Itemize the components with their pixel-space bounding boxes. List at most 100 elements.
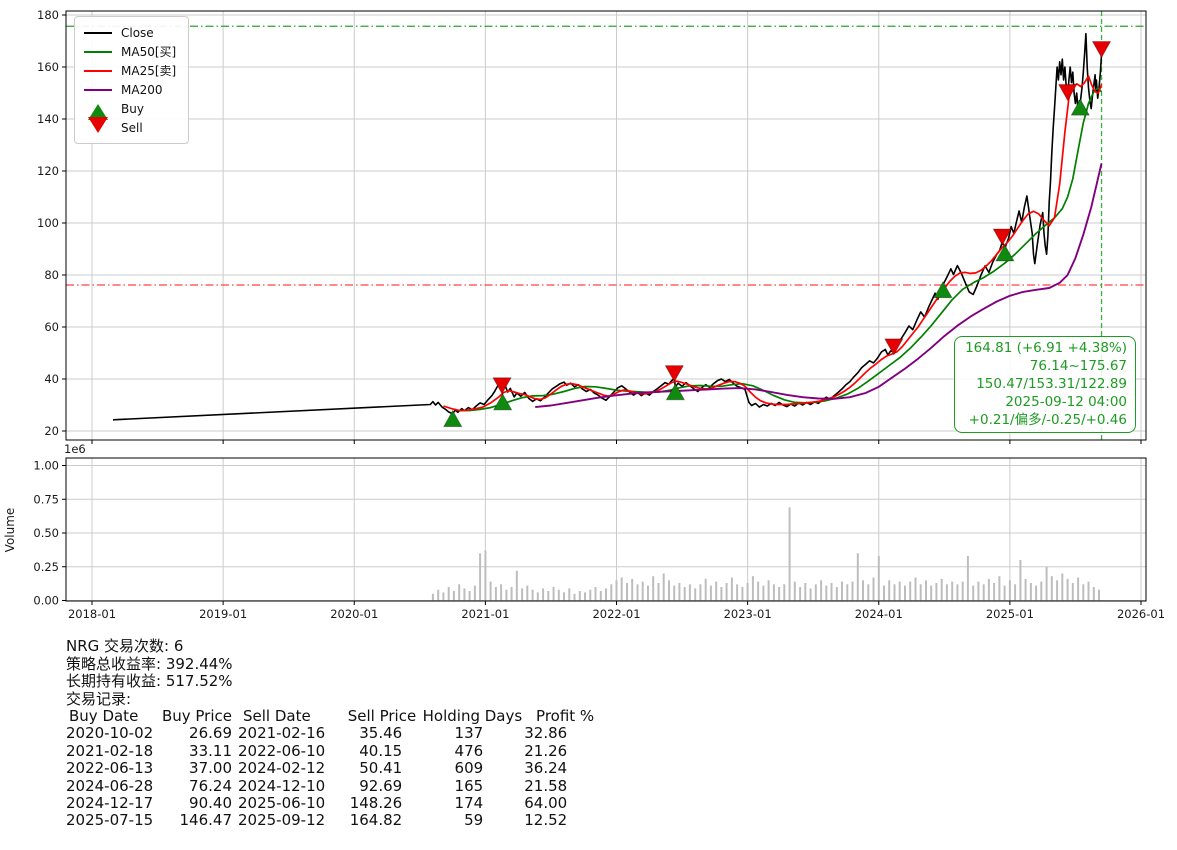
table-row: 2022-06-1337.002024-02-1250.4160936.24	[66, 760, 594, 777]
table-cell: 2025-09-12	[232, 812, 325, 829]
trade-count-line: NRG 交易次数: 6	[66, 638, 594, 656]
table-cell: 2025-06-10	[232, 795, 325, 812]
volume-panel-frame	[66, 458, 1146, 601]
svg-text:2018-01: 2018-01	[68, 607, 116, 621]
table-cell: 165	[416, 778, 522, 795]
svg-text:40: 40	[44, 372, 59, 386]
trades-table: Buy DateBuy PriceSell DateSell PriceHold…	[66, 708, 594, 830]
column-header: Holding Days	[416, 708, 522, 725]
table-row: 2024-12-1790.402025-06-10148.2617464.00	[66, 795, 594, 812]
table-cell: 174	[416, 795, 522, 812]
legend-label: MA200	[121, 83, 162, 97]
table-cell: 2022-06-10	[232, 743, 325, 760]
volume-axis-title: Volume	[3, 508, 17, 553]
price-tick-labels: 20406080100120140160180	[37, 8, 66, 438]
svg-text:120: 120	[37, 164, 59, 178]
legend-label: Buy	[121, 102, 144, 116]
table-cell: 2025-07-15	[66, 812, 160, 829]
ma25-line-swatch	[83, 70, 113, 72]
legend-label: Sell	[121, 121, 143, 135]
svg-text:0.00: 0.00	[33, 594, 59, 608]
sell-triangle-icon	[83, 123, 113, 133]
sell-marker-icon	[1093, 41, 1111, 57]
table-cell: 37.00	[160, 760, 232, 777]
table-cell: 12.52	[522, 812, 594, 829]
svg-text:2020-01: 2020-01	[330, 607, 378, 621]
table-cell: 92.69	[325, 778, 416, 795]
table-cell: 609	[416, 760, 522, 777]
gridlines	[66, 11, 1146, 601]
table-cell: 36.24	[522, 760, 594, 777]
ma200-line-swatch	[83, 89, 113, 91]
annotation-ma-line: 150.47/153.31/122.89	[965, 375, 1127, 393]
volume-tick-labels: 0.00 0.25 0.50 0.75 1.00	[33, 459, 66, 608]
close-line-swatch	[83, 32, 113, 34]
column-header: Sell Price	[325, 708, 416, 725]
table-row: 2020-10-0226.692021-02-1635.4613732.86	[66, 725, 594, 742]
table-cell: 90.40	[160, 795, 232, 812]
table-cell: 40.15	[325, 743, 416, 760]
table-cell: 76.24	[160, 778, 232, 795]
svg-text:2022-01: 2022-01	[592, 607, 640, 621]
column-header: Buy Date	[66, 708, 160, 725]
legend-item-buy: Buy	[83, 99, 176, 118]
table-cell: 32.86	[522, 725, 594, 742]
table-cell: 33.11	[160, 743, 232, 760]
trade-records-label: 交易记录:	[66, 691, 594, 709]
svg-text:2019-01: 2019-01	[199, 607, 247, 621]
table-cell: 21.58	[522, 778, 594, 795]
svg-text:2021-01: 2021-01	[461, 607, 509, 621]
svg-text:80: 80	[44, 268, 59, 282]
svg-text:0.50: 0.50	[33, 526, 59, 540]
legend-label: Close	[121, 26, 154, 40]
buy-triangle-icon	[83, 104, 113, 114]
svg-text:100: 100	[37, 216, 59, 230]
table-row: 2024-06-2876.242024-12-1092.6916521.58	[66, 778, 594, 795]
table-cell: 2021-02-18	[66, 743, 160, 760]
table-cell: 21.26	[522, 743, 594, 760]
table-cell: 26.69	[160, 725, 232, 742]
svg-text:2023-01: 2023-01	[724, 607, 772, 621]
column-header: Profit %	[522, 708, 594, 725]
svg-text:60: 60	[44, 320, 59, 334]
table-cell: 2024-12-10	[232, 778, 325, 795]
legend-item-sell: Sell	[83, 118, 176, 137]
table-cell: 2024-02-12	[232, 760, 325, 777]
strategy-return-line: 策略总收益率: 392.44%	[66, 656, 594, 674]
legend-label: MA25[卖]	[121, 62, 176, 79]
svg-text:2026-01: 2026-01	[1117, 607, 1165, 621]
legend-item-ma200: MA200	[83, 80, 176, 99]
svg-text:0.75: 0.75	[33, 492, 59, 506]
legend: Close MA50[买] MA25[卖] MA200 Buy Sell	[74, 16, 189, 144]
table-cell: 64.00	[522, 795, 594, 812]
svg-text:160: 160	[37, 60, 59, 74]
table-cell: 148.26	[325, 795, 416, 812]
table-cell: 164.82	[325, 812, 416, 829]
table-cell: 35.46	[325, 725, 416, 742]
buy-marker-icon	[934, 282, 952, 298]
legend-item-ma50: MA50[买]	[83, 42, 176, 61]
volume-bars	[432, 507, 1100, 600]
svg-text:1.00: 1.00	[33, 459, 59, 473]
trades-table-header: Buy DateBuy PriceSell DateSell PriceHold…	[66, 708, 594, 725]
table-cell: 2021-02-16	[232, 725, 325, 742]
table-row: 2021-02-1833.112022-06-1040.1547621.26	[66, 743, 594, 760]
legend-label: MA50[买]	[121, 43, 176, 60]
table-cell: 2020-10-02	[66, 725, 160, 742]
trades-table-body: 2020-10-0226.692021-02-1635.4613732.8620…	[66, 725, 594, 829]
svg-text:2025-01: 2025-01	[986, 607, 1034, 621]
svg-text:140: 140	[37, 112, 59, 126]
legend-item-ma25: MA25[卖]	[83, 61, 176, 80]
annotation-signal-line: +0.21/偏多/-0.25/+0.46	[965, 411, 1127, 429]
table-cell: 2024-12-17	[66, 795, 160, 812]
table-cell: 476	[416, 743, 522, 760]
column-header: Sell Date	[232, 708, 325, 725]
annotation-price-line: 164.81 (+6.91 +4.38%)	[965, 339, 1127, 357]
ma50-line-swatch	[83, 51, 113, 53]
column-header: Buy Price	[160, 708, 232, 725]
table-cell: 2024-06-28	[66, 778, 160, 795]
legend-item-close: Close	[83, 23, 176, 42]
quote-annotation-box: 164.81 (+6.91 +4.38%) 76.14~175.67 150.4…	[954, 336, 1136, 433]
table-cell: 59	[416, 812, 522, 829]
svg-text:0.25: 0.25	[33, 560, 59, 574]
